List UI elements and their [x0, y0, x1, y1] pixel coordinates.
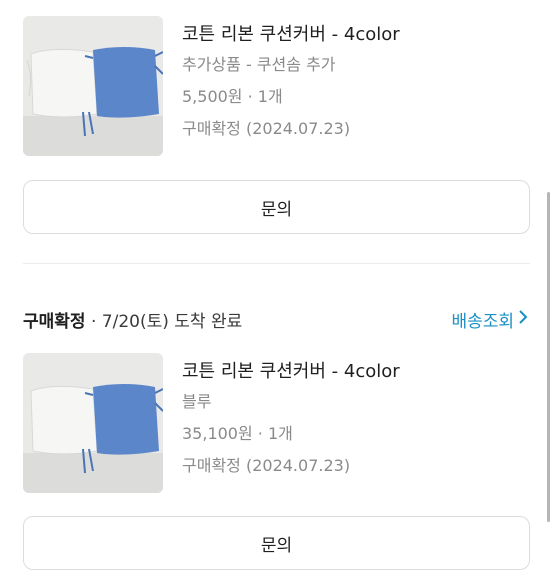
- inquiry-button-label: 문의: [260, 535, 293, 556]
- inquiry-button[interactable]: 문의: [23, 180, 530, 234]
- section-divider: [23, 263, 530, 264]
- product-title[interactable]: 코튼 리본 쿠션커버 - 4color: [182, 357, 400, 383]
- product-image[interactable]: [23, 353, 163, 493]
- product-option: 추가상품 - 쿠션솜 추가: [182, 55, 336, 74]
- product-image[interactable]: [23, 16, 163, 156]
- tracking-link[interactable]: 배송조회: [451, 307, 528, 332]
- product-price-qty: 35,100원 · 1개: [182, 424, 293, 443]
- order-delivery-info: · 7/20(토) 도착 완료: [85, 312, 243, 332]
- purchase-status: 구매확정 (2024.07.23): [182, 456, 351, 475]
- scrollbar[interactable]: [547, 192, 550, 522]
- product-title[interactable]: 코튼 리본 쿠션커버 - 4color: [182, 20, 400, 46]
- chevron-right-icon: [518, 309, 528, 330]
- inquiry-button[interactable]: 문의: [23, 516, 530, 570]
- product-option: 블루: [182, 392, 212, 411]
- order-status: 구매확정: [23, 312, 86, 332]
- purchase-status: 구매확정 (2024.07.23): [182, 119, 351, 138]
- tracking-label: 배송조회: [451, 312, 514, 332]
- order-header: 구매확정 · 7/20(토) 도착 완료: [23, 307, 242, 332]
- inquiry-button-label: 문의: [260, 199, 293, 220]
- product-price-qty: 5,500원 · 1개: [182, 87, 283, 106]
